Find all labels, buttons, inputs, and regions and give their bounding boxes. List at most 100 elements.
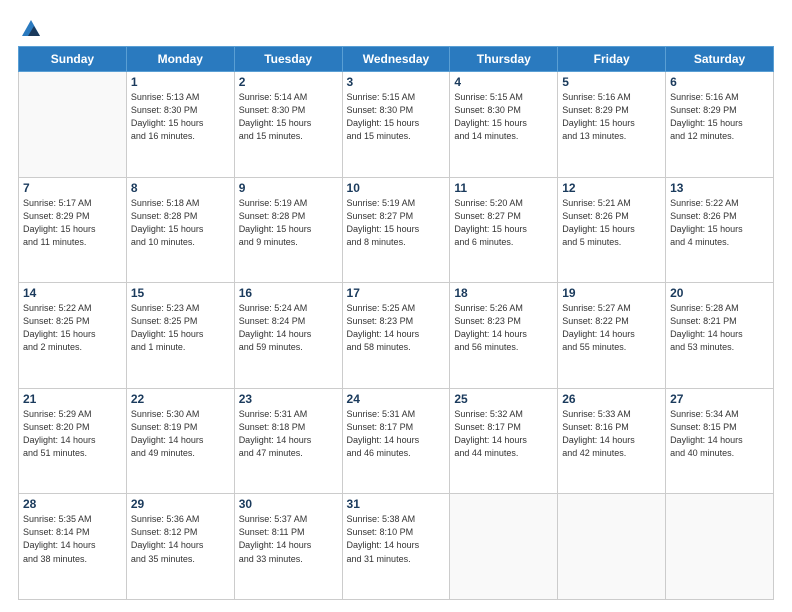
calendar-cell: 15 Sunrise: 5:23 AM Sunset: 8:25 PM Dayli… (126, 283, 234, 389)
week-row-3: 14Sunrise: 5:22 AM Sunset: 8:25 PM Dayli… (19, 283, 774, 389)
day-info: Sunrise: 5:19 AM Sunset: 8:28 PM Dayligh… (239, 197, 338, 249)
day-number: 23 (239, 392, 338, 406)
day-number: 24 (347, 392, 446, 406)
calendar-cell: 2 Sunrise: 5:14 AM Sunset: 8:30 PM Daylig… (234, 72, 342, 178)
day-info: Sunrise: 5:16 AM Sunset: 8:29 PM Dayligh… (562, 91, 661, 143)
weekday-header-tuesday: Tuesday (234, 47, 342, 72)
day-number: 13 (670, 181, 769, 195)
day-info: Sunrise: 5:34 AM Sunset: 8:15 PM Dayligh… (670, 408, 769, 460)
calendar-cell: 1Sunrise: 5:13 AM Sunset: 8:30 PM Daylig… (126, 72, 234, 178)
calendar-cell: 10 Sunrise: 5:19 AM Sunset: 8:27 PM Dayli… (342, 177, 450, 283)
calendar-cell: 25Sunrise: 5:32 AM Sunset: 8:17 PM Dayli… (450, 388, 558, 494)
calendar-cell: 31 Sunrise: 5:38 AM Sunset: 8:10 PM Dayli… (342, 494, 450, 600)
weekday-header-sunday: Sunday (19, 47, 127, 72)
week-row-1: 1Sunrise: 5:13 AM Sunset: 8:30 PM Daylig… (19, 72, 774, 178)
calendar-cell: 13 Sunrise: 5:22 AM Sunset: 8:26 PM Dayli… (666, 177, 774, 283)
calendar-cell: 5 Sunrise: 5:16 AM Sunset: 8:29 PM Daylig… (558, 72, 666, 178)
day-number: 27 (670, 392, 769, 406)
day-number: 11 (454, 181, 553, 195)
day-number: 12 (562, 181, 661, 195)
calendar-cell: 28Sunrise: 5:35 AM Sunset: 8:14 PM Dayli… (19, 494, 127, 600)
calendar-cell: 16 Sunrise: 5:24 AM Sunset: 8:24 PM Dayli… (234, 283, 342, 389)
day-info: Sunrise: 5:28 AM Sunset: 8:21 PM Dayligh… (670, 302, 769, 354)
calendar-cell: 20 Sunrise: 5:28 AM Sunset: 8:21 PM Dayli… (666, 283, 774, 389)
day-number: 20 (670, 286, 769, 300)
day-number: 16 (239, 286, 338, 300)
day-info: Sunrise: 5:26 AM Sunset: 8:23 PM Dayligh… (454, 302, 553, 354)
calendar-cell: 8Sunrise: 5:18 AM Sunset: 8:28 PM Daylig… (126, 177, 234, 283)
calendar-cell: 26 Sunrise: 5:33 AM Sunset: 8:16 PM Dayli… (558, 388, 666, 494)
day-number: 7 (23, 181, 122, 195)
weekday-header-friday: Friday (558, 47, 666, 72)
week-row-4: 21Sunrise: 5:29 AM Sunset: 8:20 PM Dayli… (19, 388, 774, 494)
day-info: Sunrise: 5:36 AM Sunset: 8:12 PM Dayligh… (131, 513, 230, 565)
day-info: Sunrise: 5:33 AM Sunset: 8:16 PM Dayligh… (562, 408, 661, 460)
day-number: 3 (347, 75, 446, 89)
day-number: 26 (562, 392, 661, 406)
day-info: Sunrise: 5:22 AM Sunset: 8:26 PM Dayligh… (670, 197, 769, 249)
logo-text (18, 18, 42, 40)
day-info: Sunrise: 5:38 AM Sunset: 8:10 PM Dayligh… (347, 513, 446, 565)
day-info: Sunrise: 5:14 AM Sunset: 8:30 PM Dayligh… (239, 91, 338, 143)
day-number: 22 (131, 392, 230, 406)
calendar-cell (558, 494, 666, 600)
day-number: 30 (239, 497, 338, 511)
calendar-cell: 17 Sunrise: 5:25 AM Sunset: 8:23 PM Dayli… (342, 283, 450, 389)
calendar-cell: 24 Sunrise: 5:31 AM Sunset: 8:17 PM Dayli… (342, 388, 450, 494)
logo (18, 18, 42, 36)
logo-icon (20, 18, 42, 40)
day-info: Sunrise: 5:31 AM Sunset: 8:18 PM Dayligh… (239, 408, 338, 460)
day-number: 29 (131, 497, 230, 511)
day-info: Sunrise: 5:22 AM Sunset: 8:25 PM Dayligh… (23, 302, 122, 354)
weekday-header-wednesday: Wednesday (342, 47, 450, 72)
day-info: Sunrise: 5:31 AM Sunset: 8:17 PM Dayligh… (347, 408, 446, 460)
week-row-5: 28Sunrise: 5:35 AM Sunset: 8:14 PM Dayli… (19, 494, 774, 600)
calendar-cell: 27 Sunrise: 5:34 AM Sunset: 8:15 PM Dayli… (666, 388, 774, 494)
day-info: Sunrise: 5:25 AM Sunset: 8:23 PM Dayligh… (347, 302, 446, 354)
day-number: 19 (562, 286, 661, 300)
day-info: Sunrise: 5:29 AM Sunset: 8:20 PM Dayligh… (23, 408, 122, 460)
day-info: Sunrise: 5:17 AM Sunset: 8:29 PM Dayligh… (23, 197, 122, 249)
day-info: Sunrise: 5:37 AM Sunset: 8:11 PM Dayligh… (239, 513, 338, 565)
day-number: 9 (239, 181, 338, 195)
calendar-cell: 4 Sunrise: 5:15 AM Sunset: 8:30 PM Daylig… (450, 72, 558, 178)
day-info: Sunrise: 5:15 AM Sunset: 8:30 PM Dayligh… (454, 91, 553, 143)
calendar: SundayMondayTuesdayWednesdayThursdayFrid… (18, 46, 774, 600)
day-info: Sunrise: 5:15 AM Sunset: 8:30 PM Dayligh… (347, 91, 446, 143)
day-number: 10 (347, 181, 446, 195)
day-info: Sunrise: 5:20 AM Sunset: 8:27 PM Dayligh… (454, 197, 553, 249)
calendar-cell (19, 72, 127, 178)
day-info: Sunrise: 5:19 AM Sunset: 8:27 PM Dayligh… (347, 197, 446, 249)
day-number: 4 (454, 75, 553, 89)
calendar-cell: 3 Sunrise: 5:15 AM Sunset: 8:30 PM Daylig… (342, 72, 450, 178)
calendar-cell: 19 Sunrise: 5:27 AM Sunset: 8:22 PM Dayli… (558, 283, 666, 389)
day-number: 5 (562, 75, 661, 89)
day-number: 15 (131, 286, 230, 300)
day-info: Sunrise: 5:23 AM Sunset: 8:25 PM Dayligh… (131, 302, 230, 354)
weekday-header-saturday: Saturday (666, 47, 774, 72)
calendar-cell: 9 Sunrise: 5:19 AM Sunset: 8:28 PM Daylig… (234, 177, 342, 283)
calendar-cell: 7 Sunrise: 5:17 AM Sunset: 8:29 PM Daylig… (19, 177, 127, 283)
calendar-cell: 14Sunrise: 5:22 AM Sunset: 8:25 PM Dayli… (19, 283, 127, 389)
day-number: 31 (347, 497, 446, 511)
day-number: 18 (454, 286, 553, 300)
header (18, 18, 774, 36)
day-number: 2 (239, 75, 338, 89)
day-info: Sunrise: 5:18 AM Sunset: 8:28 PM Dayligh… (131, 197, 230, 249)
day-number: 1 (131, 75, 230, 89)
calendar-cell: 23 Sunrise: 5:31 AM Sunset: 8:18 PM Dayli… (234, 388, 342, 494)
calendar-cell: 30 Sunrise: 5:37 AM Sunset: 8:11 PM Dayli… (234, 494, 342, 600)
day-info: Sunrise: 5:24 AM Sunset: 8:24 PM Dayligh… (239, 302, 338, 354)
day-info: Sunrise: 5:30 AM Sunset: 8:19 PM Dayligh… (131, 408, 230, 460)
day-number: 17 (347, 286, 446, 300)
calendar-cell: 6Sunrise: 5:16 AM Sunset: 8:29 PM Daylig… (666, 72, 774, 178)
page: SundayMondayTuesdayWednesdayThursdayFrid… (0, 0, 792, 612)
day-info: Sunrise: 5:21 AM Sunset: 8:26 PM Dayligh… (562, 197, 661, 249)
day-info: Sunrise: 5:35 AM Sunset: 8:14 PM Dayligh… (23, 513, 122, 565)
weekday-header-thursday: Thursday (450, 47, 558, 72)
calendar-cell: 22 Sunrise: 5:30 AM Sunset: 8:19 PM Dayli… (126, 388, 234, 494)
week-row-2: 7 Sunrise: 5:17 AM Sunset: 8:29 PM Daylig… (19, 177, 774, 283)
calendar-cell (666, 494, 774, 600)
day-info: Sunrise: 5:27 AM Sunset: 8:22 PM Dayligh… (562, 302, 661, 354)
weekday-header-monday: Monday (126, 47, 234, 72)
